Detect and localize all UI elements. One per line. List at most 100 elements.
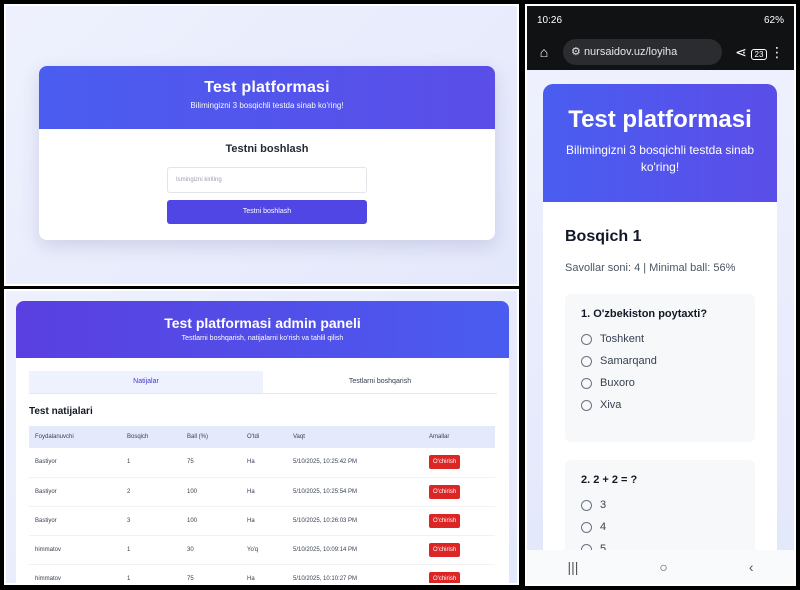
column-header: Bosqich xyxy=(121,426,181,448)
site-settings-icon[interactable]: ⚙ xyxy=(571,46,581,58)
cell-time: 5/10/2025, 10:26:03 PM xyxy=(287,506,423,536)
mobile-page: Test platformasi Bilimingizni 3 bosqichl… xyxy=(527,70,794,552)
column-header: O'tdi xyxy=(241,426,287,448)
radio-icon[interactable] xyxy=(581,377,592,389)
cell-user: himmatov xyxy=(29,535,121,565)
start-form: Testni boshlash Ismingizni kiriting Test… xyxy=(39,129,495,224)
cell-time: 5/10/2025, 10:09:14 PM xyxy=(287,535,423,565)
cell-actions: O'chirish xyxy=(423,506,495,536)
android-nav-bar: ||| ○ ‹ xyxy=(527,550,794,584)
admin-panel: Test platformasi admin paneli Testlarni … xyxy=(4,289,519,585)
screenshot-collage: Test platformasi Bilimingizni 3 bosqichl… xyxy=(0,0,800,590)
form-heading: Testni boshlash xyxy=(225,143,309,155)
question-title: 1. O'zbekiston poytaxti? xyxy=(581,308,708,320)
browser-toolbar: ⌂ ⚙ nursaidov.uz/loyiha ⋖ 23 ⋮ xyxy=(527,34,794,70)
answer-option[interactable]: Buxoro xyxy=(581,372,741,394)
cell-actions: O'chirish xyxy=(423,535,495,565)
table-row: himmatov 1 75 Ha 5/10/2025, 10:10:27 PM … xyxy=(29,564,495,583)
delete-button[interactable]: O'chirish xyxy=(429,571,461,583)
start-header: Test platformasi Bilimingizni 3 bosqichl… xyxy=(39,66,495,129)
cell-passed: Ha xyxy=(241,506,287,536)
cell-stage: 3 xyxy=(121,506,181,536)
admin-subtitle: Testlarni boshqarish, natijalarni ko'ris… xyxy=(181,335,344,342)
radio-icon[interactable] xyxy=(581,499,592,511)
page-subtitle: Bilimingizni 3 bosqichli testda sinab ko… xyxy=(190,101,344,110)
delete-button[interactable]: O'chirish xyxy=(429,542,461,557)
answer-option[interactable]: Xiva xyxy=(581,394,741,416)
back-icon[interactable]: ‹ xyxy=(749,559,754,575)
tab-switcher[interactable]: 23 xyxy=(750,44,768,61)
column-header: Amallar xyxy=(423,426,495,448)
address-bar[interactable]: ⚙ nursaidov.uz/loyiha xyxy=(563,39,722,65)
option-label: 4 xyxy=(600,521,607,533)
table-row: Bastiyor 3 100 Ha 5/10/2025, 10:26:03 PM… xyxy=(29,506,495,536)
cell-time: 5/10/2025, 10:10:27 PM xyxy=(287,564,423,583)
radio-icon[interactable] xyxy=(581,355,592,367)
table-row: Bastiyor 2 100 Ha 5/10/2025, 10:25:54 PM… xyxy=(29,477,495,507)
answer-option[interactable]: 4 xyxy=(581,516,741,538)
table-row: Bastiyor 1 75 Ha 5/10/2025, 10:25:42 PM … xyxy=(29,448,495,478)
table-header-row: Foydalanuvchi Bosqich Ball (%) O'tdi Vaq… xyxy=(29,426,495,448)
recents-icon[interactable]: ||| xyxy=(567,559,578,575)
delete-button[interactable]: O'chirish xyxy=(429,484,461,499)
cell-passed: Ha xyxy=(241,477,287,507)
answer-option[interactable]: Samarqand xyxy=(581,350,741,372)
radio-icon[interactable] xyxy=(581,333,592,345)
delete-button[interactable]: O'chirish xyxy=(429,455,461,470)
status-battery: 62% xyxy=(763,14,784,26)
stage-title: Bosqich 1 xyxy=(565,228,642,245)
option-label: Buxoro xyxy=(600,377,635,389)
question-title: 2. 2 + 2 = ? xyxy=(581,474,638,486)
cell-score: 100 xyxy=(181,477,241,507)
admin-tabs: Natijalar Testlarni boshqarish xyxy=(29,371,497,394)
cell-user: Bastiyor xyxy=(29,477,121,507)
share-icon[interactable]: ⋖ xyxy=(732,44,750,61)
phone-panel: 10:26 62% ⌂ ⚙ nursaidov.uz/loyiha ⋖ 23 ⋮… xyxy=(525,4,796,586)
name-input[interactable]: Ismingizni kiriting xyxy=(167,167,367,193)
cell-stage: 1 xyxy=(121,448,181,478)
cell-stage: 2 xyxy=(121,477,181,507)
cell-actions: O'chirish xyxy=(423,564,495,583)
cell-passed: Ha xyxy=(241,448,287,478)
cell-user: Bastiyor xyxy=(29,506,121,536)
mobile-header: Test platformasi Bilimingizni 3 bosqichl… xyxy=(543,84,777,202)
cell-stage: 1 xyxy=(121,564,181,583)
results-table: Foydalanuvchi Bosqich Ball (%) O'tdi Vaq… xyxy=(29,426,495,583)
start-card: Test platformasi Bilimingizni 3 bosqichl… xyxy=(39,66,495,240)
answer-option[interactable]: 3 xyxy=(581,494,741,516)
cell-passed: Yo'q xyxy=(241,535,287,565)
cell-actions: O'chirish xyxy=(423,477,495,507)
cell-actions: O'chirish xyxy=(423,448,495,478)
status-bar: 10:26 62% xyxy=(527,6,794,34)
radio-icon[interactable] xyxy=(581,521,592,533)
answer-option[interactable]: Toshkent xyxy=(581,328,741,350)
stage-meta: Savollar soni: 4 | Minimal ball: 56% xyxy=(565,262,736,274)
cell-user: Bastiyor xyxy=(29,448,121,478)
page-title: Test platformasi xyxy=(204,79,330,96)
admin-title: Test platformasi admin paneli xyxy=(164,315,361,331)
mobile-title: Test platformasi xyxy=(568,106,752,133)
column-header: Vaqt xyxy=(287,426,423,448)
option-label: 3 xyxy=(600,499,607,511)
radio-icon[interactable] xyxy=(581,399,592,411)
url-text: nursaidov.uz/loyiha xyxy=(583,46,678,58)
admin-header: Test platformasi admin paneli Testlarni … xyxy=(16,301,509,358)
start-test-button[interactable]: Testni boshlash xyxy=(167,200,367,224)
start-page-panel: Test platformasi Bilimingizni 3 bosqichl… xyxy=(4,4,519,286)
table-row: himmatov 1 30 Yo'q 5/10/2025, 10:09:14 P… xyxy=(29,535,495,565)
cell-score: 30 xyxy=(181,535,241,565)
option-label: Samarqand xyxy=(600,355,657,367)
admin-card: Test platformasi admin paneli Testlarni … xyxy=(16,301,509,583)
results-title: Test natijalari xyxy=(29,406,93,417)
delete-button[interactable]: O'chirish xyxy=(429,513,461,528)
home-icon[interactable]: ⌂ xyxy=(535,44,553,60)
column-header: Ball (%) xyxy=(181,426,241,448)
home-button-icon[interactable]: ○ xyxy=(659,559,667,575)
cell-time: 5/10/2025, 10:25:42 PM xyxy=(287,448,423,478)
tab-results[interactable]: Natijalar xyxy=(29,371,263,393)
more-menu-icon[interactable]: ⋮ xyxy=(768,44,786,61)
tab-manage-tests[interactable]: Testlarni boshqarish xyxy=(263,371,497,393)
cell-score: 75 xyxy=(181,448,241,478)
cell-score: 75 xyxy=(181,564,241,583)
tab-count: 23 xyxy=(750,48,768,60)
